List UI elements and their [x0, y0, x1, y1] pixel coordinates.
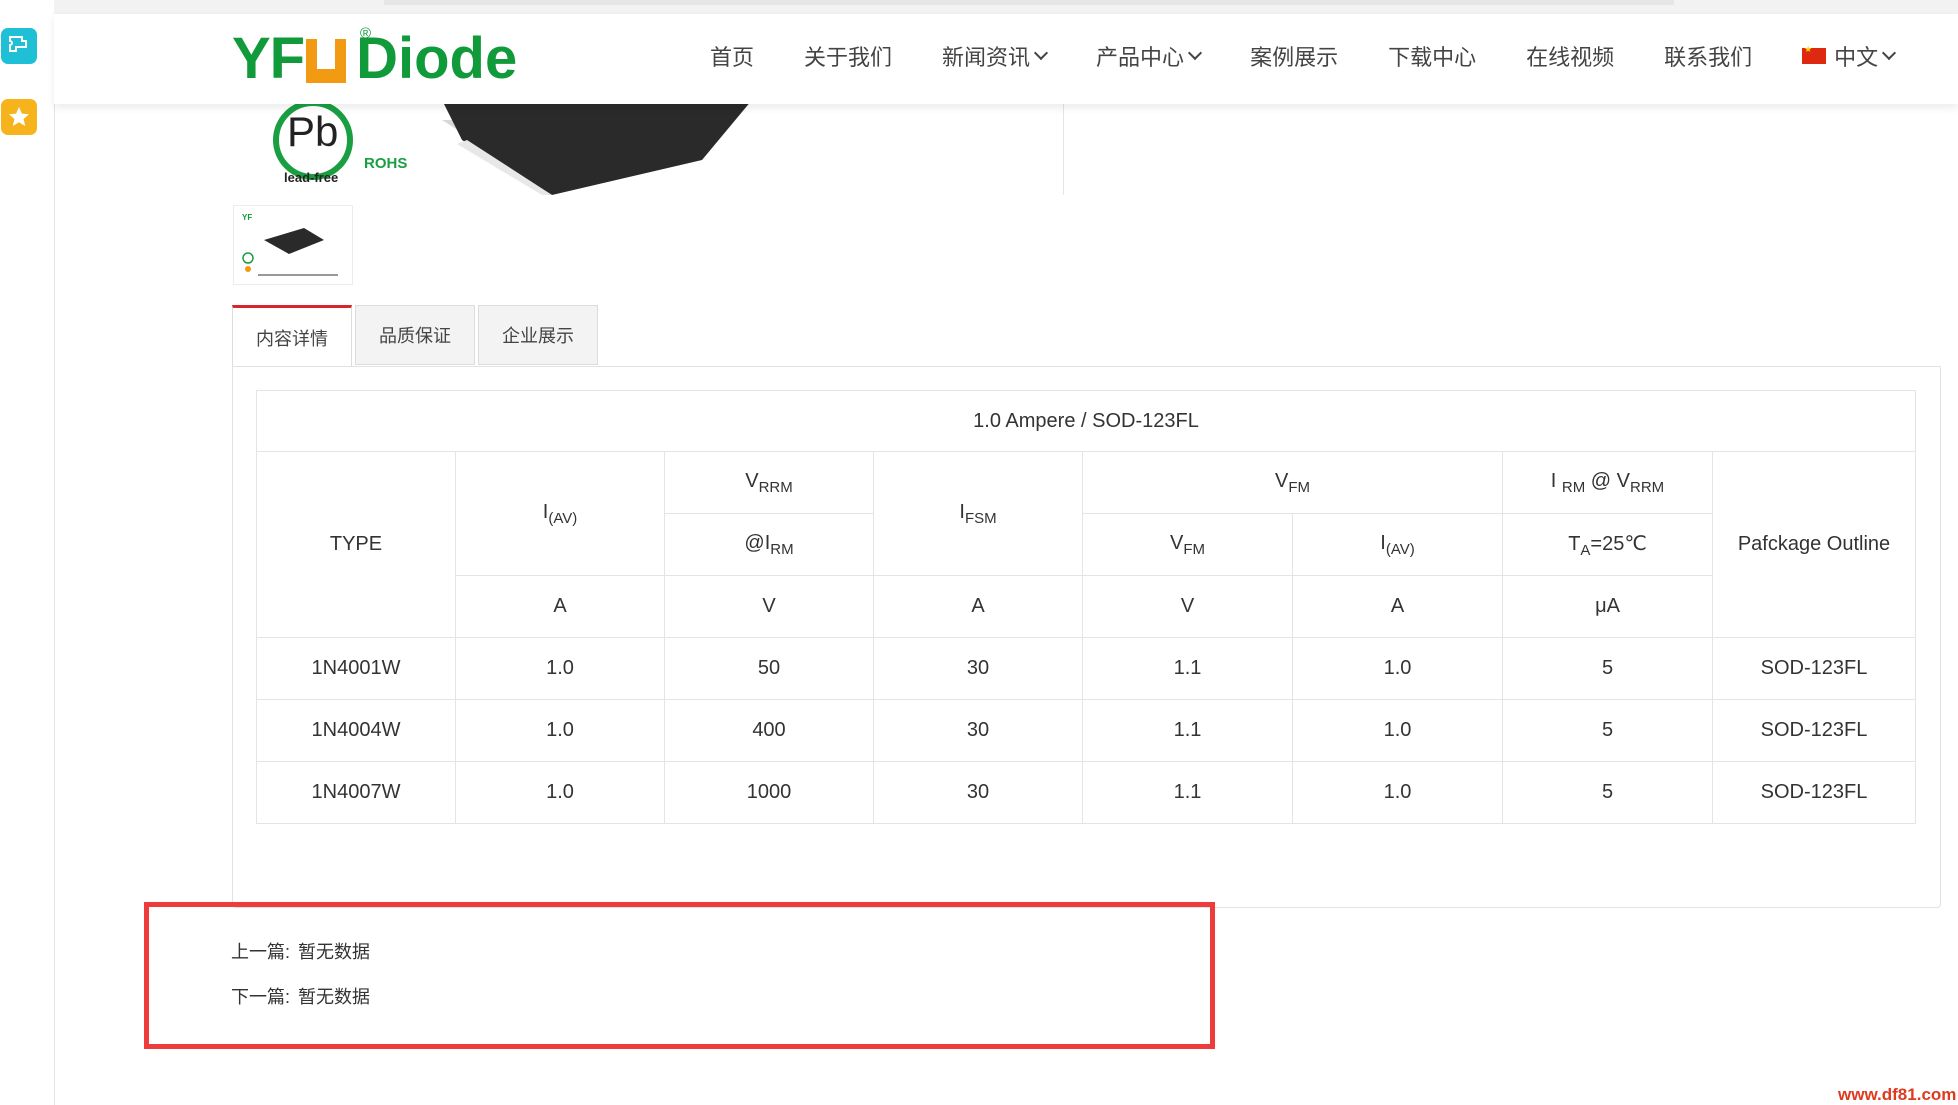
cell-vfm: 1.1: [1082, 637, 1293, 700]
chevron-down-icon: [1882, 45, 1897, 61]
cell-vrrm: 1000: [664, 761, 874, 824]
registered-mark: ®: [360, 25, 372, 42]
header-vfm-group: VFM: [1082, 451, 1503, 514]
unit-cell: A: [455, 575, 665, 638]
cell-vfm: 1.1: [1082, 699, 1293, 762]
cell-irm: 5: [1502, 637, 1713, 700]
detail-tabs: 内容详情 品质保证 企业展示: [232, 305, 601, 367]
nav-label: 在线视频: [1526, 45, 1615, 70]
header-ta: TA=25℃: [1502, 513, 1713, 576]
cell-irm: 5: [1502, 761, 1713, 824]
cell-vfm-iav: 1.0: [1292, 761, 1503, 824]
lead-free-label: lead-free: [284, 170, 339, 185]
left-sidebar-rail: [0, 0, 55, 1105]
tab-label: 内容详情: [256, 328, 328, 349]
site-header: YF Diode ® 首页 关于我们 新闻资讯 产品中心 案例展示 下载中心 在…: [54, 14, 1958, 104]
unit-cell: V: [664, 575, 874, 638]
cell-vfm-iav: 1.0: [1292, 699, 1503, 762]
tab-quality-assurance[interactable]: 品质保证: [355, 305, 475, 365]
image-divider: [1063, 100, 1064, 195]
nav-item-contact[interactable]: 联系我们: [1664, 40, 1752, 72]
logo-u-mark-icon: [306, 39, 347, 83]
nav-item-news[interactable]: 新闻资讯: [942, 40, 1049, 72]
nav-label: 联系我们: [1664, 45, 1753, 70]
table-row: 1N4007W 1.0 1000 30 1.1 1.0 5 SOD-123FL: [256, 761, 1916, 824]
nav-label: 新闻资讯: [942, 45, 1031, 70]
chevron-down-icon: [1033, 45, 1049, 61]
tab-label: 企业展示: [502, 326, 574, 346]
nav-label: 产品中心: [1096, 45, 1185, 70]
header-type: TYPE: [256, 451, 456, 638]
unit-cell: A: [1292, 575, 1503, 638]
unit-cell: A: [873, 575, 1083, 638]
cell-type: 1N4007W: [256, 761, 456, 824]
cell-ifsm: 30: [873, 699, 1083, 762]
header-vrrm: VRRM: [664, 451, 874, 514]
cell-irm: 5: [1502, 699, 1713, 762]
header-vfm: VFM: [1082, 513, 1293, 576]
logo-text-right: Diode: [356, 26, 518, 91]
site-watermark: www.df81.com: [1838, 1085, 1957, 1104]
cell-package: SOD-123FL: [1712, 637, 1916, 700]
cell-type: 1N4001W: [256, 637, 456, 700]
tab-content-details[interactable]: 内容详情: [232, 305, 352, 367]
language-label: 中文: [1834, 45, 1879, 70]
cell-iav: 1.0: [455, 699, 665, 762]
cell-ifsm: 30: [873, 637, 1083, 700]
nav-item-cases[interactable]: 案例展示: [1250, 40, 1338, 72]
rohs-label: ROHS: [364, 155, 408, 172]
unit-cell: V: [1082, 575, 1293, 638]
header-at-irm: @IRM: [664, 513, 874, 576]
nav-label: 下载中心: [1388, 45, 1477, 70]
header-irm-vrrm: I RM @ VRRM: [1502, 451, 1713, 514]
language-switcher[interactable]: 中文: [1802, 40, 1897, 72]
chevron-down-icon: [1187, 45, 1203, 61]
annotation-highlight-box: [144, 902, 1215, 1049]
header-vfm-iav: I(AV): [1292, 513, 1503, 576]
table-row: 1N4001W 1.0 50 30 1.1 1.0 5 SOD-123FL: [256, 637, 1916, 700]
cell-package: SOD-123FL: [1712, 761, 1916, 824]
cell-vrrm: 50: [664, 637, 874, 700]
nav-item-about[interactable]: 关于我们: [804, 40, 892, 72]
cell-vrrm: 400: [664, 699, 874, 762]
tab-label: 品质保证: [379, 326, 451, 346]
star-icon: [9, 107, 29, 126]
nav-label: 首页: [710, 45, 755, 70]
cell-package: SOD-123FL: [1712, 699, 1916, 762]
puzzle-icon: [9, 36, 27, 52]
nav-label: 关于我们: [804, 45, 893, 70]
product-main-image: [232, 100, 1062, 195]
china-flag-icon: [1802, 44, 1827, 64]
brand-logo[interactable]: YF Diode ®: [232, 25, 518, 91]
nav-item-products[interactable]: 产品中心: [1096, 40, 1203, 72]
svg-text:YF: YF: [242, 213, 252, 222]
pb-badge-text: Pb: [287, 108, 339, 155]
cell-iav: 1.0: [455, 637, 665, 700]
logo-text-left: YF: [232, 26, 305, 91]
cell-iav: 1.0: [455, 761, 665, 824]
favorites-button[interactable]: [1, 99, 37, 135]
cell-vfm-iav: 1.0: [1292, 637, 1503, 700]
product-thumbnail[interactable]: YF: [233, 205, 353, 285]
nav-item-videos[interactable]: 在线视频: [1526, 40, 1614, 72]
cell-vfm: 1.1: [1082, 761, 1293, 824]
unit-cell: μA: [1502, 575, 1713, 638]
tab-company-showcase[interactable]: 企业展示: [478, 305, 598, 365]
nav-item-downloads[interactable]: 下载中心: [1388, 40, 1476, 72]
table-caption: 1.0 Ampere / SOD-123FL: [256, 390, 1916, 452]
spec-table: 1.0 Ampere / SOD-123FL TYPE I(AV) VRRM I…: [256, 390, 1916, 824]
table-row: 1N4004W 1.0 400 30 1.1 1.0 5 SOD-123FL: [256, 699, 1916, 762]
nav-label: 案例展示: [1250, 45, 1339, 70]
cell-type: 1N4004W: [256, 699, 456, 762]
header-package: Pafckage Outline: [1712, 451, 1916, 638]
main-nav: 首页 关于我们 新闻资讯 产品中心 案例展示 下载中心 在线视频 联系我们 中文: [710, 40, 1897, 72]
header-iav: I(AV): [455, 451, 665, 576]
plugin-button[interactable]: [1, 28, 37, 64]
cell-ifsm: 30: [873, 761, 1083, 824]
browser-top-strip: [54, 0, 1958, 14]
nav-item-home[interactable]: 首页: [710, 40, 754, 72]
header-ifsm: IFSM: [873, 451, 1083, 576]
